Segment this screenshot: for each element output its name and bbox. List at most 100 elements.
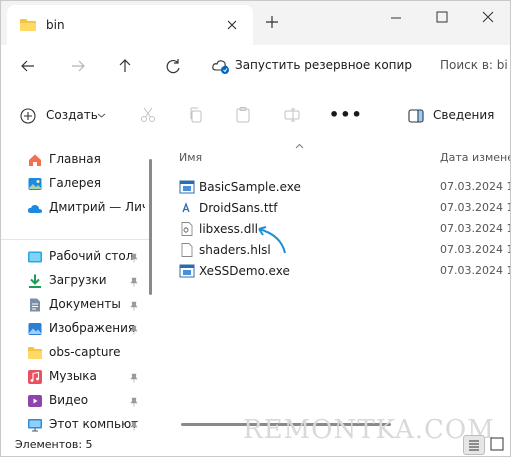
- refresh-icon[interactable]: [162, 55, 184, 77]
- pin-icon[interactable]: [129, 373, 139, 383]
- pin-icon[interactable]: [129, 253, 139, 263]
- pin-icon[interactable]: [129, 325, 139, 335]
- folder-icon: [20, 19, 36, 31]
- window-close-icon[interactable]: [465, 5, 511, 29]
- file-name: libxess.dll: [199, 222, 259, 236]
- back-arrow-icon[interactable]: [17, 55, 39, 77]
- pin-icon[interactable]: [129, 421, 139, 431]
- this-pc-icon: [28, 419, 42, 432]
- chevron-down-icon: [97, 113, 106, 118]
- downloads-icon: [29, 274, 41, 288]
- exe-icon: [179, 264, 195, 278]
- font-file-icon: [182, 202, 190, 213]
- new-tab-icon[interactable]: [263, 13, 281, 31]
- file-date: 07.03.2024 18: [440, 180, 510, 193]
- forward-arrow-icon[interactable]: [67, 55, 89, 77]
- close-tab-icon[interactable]: [221, 14, 243, 36]
- sidebar-item-label: Рабочий стол: [49, 249, 134, 263]
- file-row[interactable]: BasicSample.exe 07.03.2024 18: [179, 177, 510, 198]
- pin-icon[interactable]: [129, 397, 139, 407]
- tab-title: bin: [46, 18, 65, 32]
- sidebar-item-label: Видео: [49, 393, 89, 407]
- file-date: 07.03.2024 18: [440, 243, 510, 256]
- column-header-name[interactable]: Имя: [179, 151, 202, 164]
- file-name: DroidSans.ttf: [199, 201, 278, 215]
- file-row[interactable]: DroidSans.ttf 07.03.2024 18: [179, 198, 510, 219]
- column-header-date[interactable]: Дата изменен: [440, 151, 510, 164]
- sidebar-item-label: Изображения: [49, 321, 136, 335]
- file-name: XeSSDemo.exe: [199, 264, 290, 278]
- navigation-pane: Главная Галерея Дмитрий — Личн: [1, 143, 151, 433]
- file-date: 07.03.2024 18: [440, 201, 510, 214]
- documents-icon: [30, 298, 40, 312]
- backup-label: Запустить резервное копир: [235, 58, 412, 72]
- details-label: Сведения: [433, 108, 495, 122]
- plus-circle-icon: [20, 108, 36, 124]
- music-icon: [28, 370, 42, 384]
- details-view-icon[interactable]: [463, 435, 485, 455]
- title-bar: bin: [1, 1, 510, 45]
- onedrive-cloud-icon: [27, 204, 43, 213]
- video-icon: [28, 395, 42, 407]
- desktop-icon: [28, 251, 42, 263]
- up-arrow-icon[interactable]: [114, 55, 136, 77]
- file-list: Имя Дата изменен BasicSample.exe 07.03.2…: [173, 143, 510, 433]
- details-pane-button[interactable]: Сведения: [407, 106, 507, 126]
- sidebar-item-label: Главная: [49, 152, 101, 166]
- sidebar-item-documents[interactable]: Документы: [27, 294, 145, 316]
- sidebar-item-videos[interactable]: Видео: [27, 390, 145, 412]
- sidebar-item-desktop[interactable]: Рабочий стол: [27, 246, 145, 268]
- pin-icon[interactable]: [129, 277, 139, 287]
- file-row[interactable]: libxess.dll 07.03.2024 18: [179, 219, 510, 240]
- sidebar-item-pictures[interactable]: Изображения: [27, 318, 145, 340]
- sidebar-item-label: obs-capture: [49, 345, 121, 359]
- sidebar-item-downloads[interactable]: Загрузки: [27, 270, 145, 292]
- sidebar-item-onedrive[interactable]: Дмитрий — Личн: [27, 197, 145, 219]
- file-date: 07.03.2024 18: [440, 222, 510, 235]
- sidebar-item-label: Музыка: [49, 369, 97, 383]
- file-date: 07.03.2024 18: [440, 264, 510, 277]
- status-bar: Элементов: 5 REMONTKA.COM: [1, 415, 510, 456]
- paste-icon[interactable]: [234, 106, 252, 124]
- address-bar-row: Запустить резервное копир Поиск в: bi: [1, 45, 510, 87]
- file-name: BasicSample.exe: [199, 180, 301, 194]
- copy-icon[interactable]: [187, 106, 205, 124]
- pictures-icon: [28, 323, 42, 335]
- create-label: Создать: [46, 108, 98, 122]
- sort-ascending-icon: [295, 143, 304, 149]
- text-file-icon: [181, 243, 193, 257]
- sidebar-item-obs-capture[interactable]: obs-capture: [27, 342, 145, 364]
- sidebar-item-music[interactable]: Музыка: [27, 366, 145, 388]
- item-count: Элементов: 5: [15, 438, 93, 451]
- search-placeholder: Поиск в: bi: [440, 58, 508, 72]
- sidebar-item-label: Этот компьют: [49, 417, 139, 431]
- file-row[interactable]: shaders.hlsl 07.03.2024 18: [179, 240, 510, 261]
- backup-cloud-icon: [212, 60, 229, 74]
- sidebar-item-home[interactable]: Главная: [27, 149, 145, 171]
- details-pane-icon: [408, 109, 424, 123]
- rename-icon[interactable]: [283, 106, 301, 124]
- sidebar-item-label: Дмитрий — Личн: [49, 200, 145, 214]
- folder-icon: [28, 347, 42, 359]
- file-row[interactable]: XeSSDemo.exe 07.03.2024 18: [179, 261, 510, 282]
- annotation-arrow-icon: [258, 226, 286, 254]
- start-backup-button[interactable]: Запустить резервное копир: [211, 54, 423, 78]
- main-content: Главная Галерея Дмитрий — Личн: [1, 143, 510, 433]
- exe-icon: [179, 180, 195, 194]
- sidebar-item-label: Загрузки: [49, 273, 107, 287]
- tab-bin[interactable]: bin: [7, 5, 253, 45]
- sidebar-item-label: Документы: [49, 297, 121, 311]
- create-button[interactable]: Создать: [19, 105, 111, 127]
- maximize-icon[interactable]: [419, 5, 465, 29]
- minimize-icon[interactable]: [373, 5, 419, 29]
- command-bar: Создать ••• Сведения: [1, 87, 510, 144]
- cut-icon[interactable]: [139, 106, 157, 124]
- search-input[interactable]: Поиск в: bi: [433, 51, 510, 79]
- dll-file-icon: [181, 222, 193, 236]
- pin-icon[interactable]: [129, 301, 139, 311]
- sidebar-item-gallery[interactable]: Галерея: [27, 173, 145, 195]
- navigation-scrollbar[interactable]: [149, 159, 152, 295]
- tiles-view-icon[interactable]: [488, 435, 508, 453]
- watermark: REMONTKA.COM: [243, 415, 495, 445]
- more-options-button[interactable]: •••: [329, 105, 363, 124]
